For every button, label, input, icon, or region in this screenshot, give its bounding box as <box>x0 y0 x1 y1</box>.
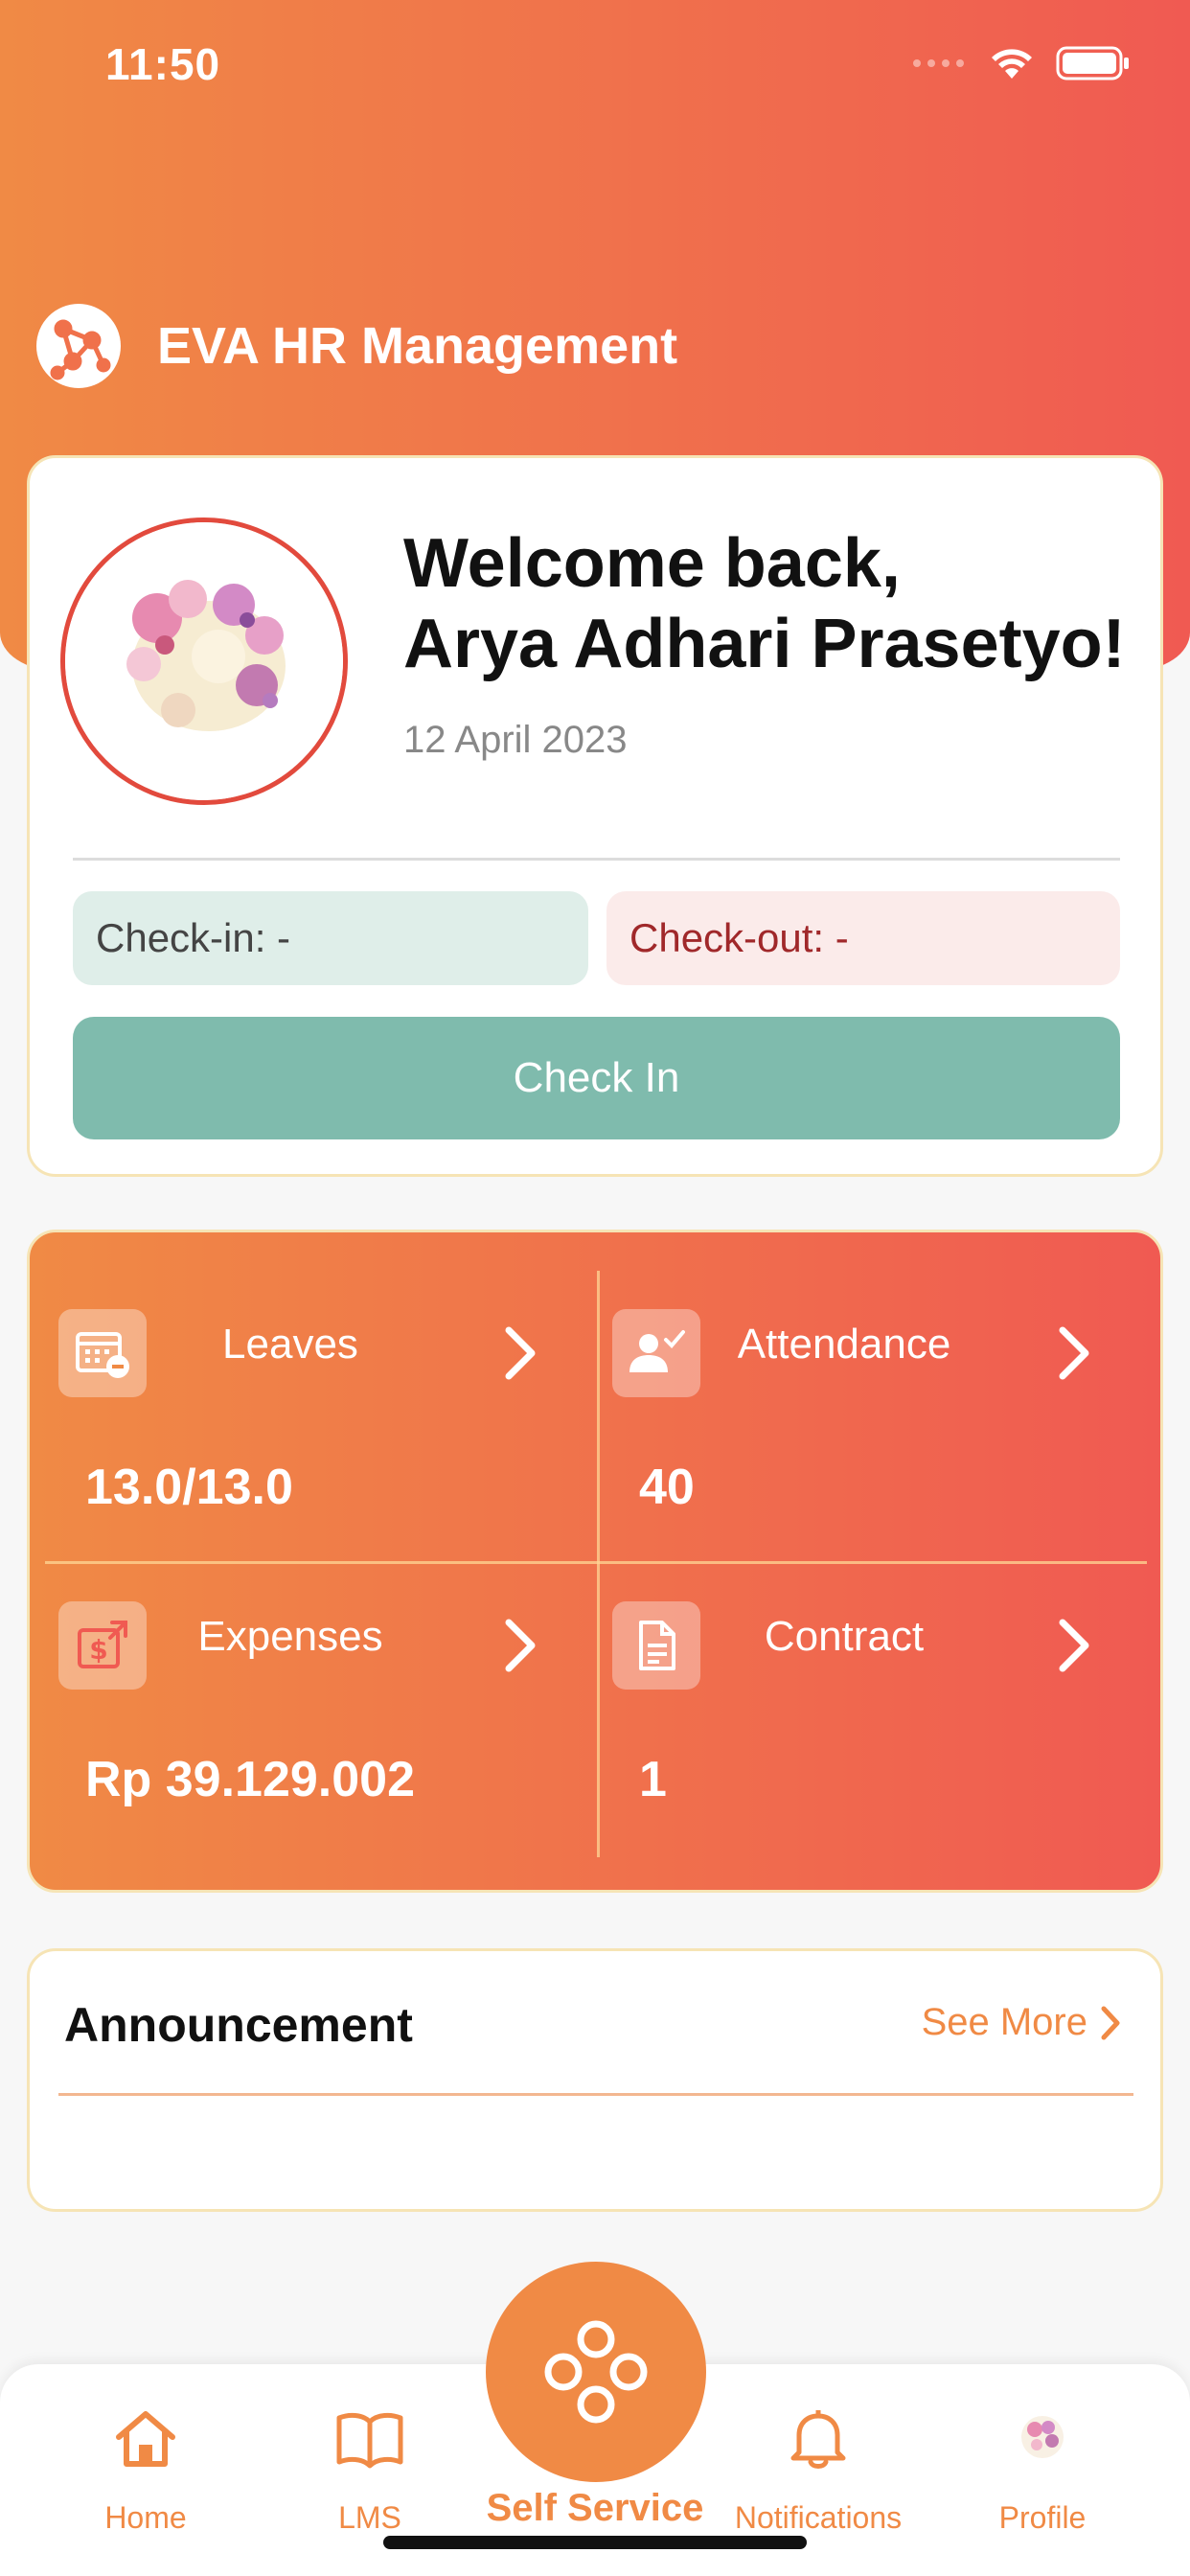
announcement-title: Announcement <box>64 1998 413 2052</box>
wifi-icon <box>992 49 1032 79</box>
self-service-icon <box>544 2320 648 2424</box>
user-check-icon <box>612 1309 700 1397</box>
app-title: EVA HR Management <box>157 317 678 375</box>
welcome-heading: Welcome back, Arya Adhari Prasetyo! <box>403 523 1160 684</box>
checkout-status: Check-out: - <box>606 891 1120 985</box>
current-date: 12 April 2023 <box>403 719 628 761</box>
tab-label: Profile <box>998 2500 1087 2535</box>
chevron-right-icon <box>505 1326 536 1380</box>
calendar-minus-icon <box>58 1309 147 1397</box>
tab-label: Home <box>104 2500 187 2535</box>
tab-home[interactable]: Home <box>31 2364 261 2576</box>
document-icon <box>612 1601 700 1690</box>
stat-attendance[interactable]: Attendance 40 <box>584 1232 1120 1520</box>
stat-value: 13.0/13.0 <box>85 1460 293 1515</box>
stat-label: Contract <box>764 1613 925 1660</box>
stat-value: 40 <box>639 1460 695 1515</box>
stat-label: Expenses <box>197 1613 383 1660</box>
stats-card: Leaves 13.0/13.0 Attendance 40 $ Expense… <box>27 1230 1163 1893</box>
stat-label: Leaves <box>222 1321 358 1368</box>
chevron-right-icon <box>1059 1619 1089 1672</box>
svg-text:$: $ <box>89 1634 107 1666</box>
welcome-card: Welcome back, Arya Adhari Prasetyo! 12 A… <box>27 455 1163 1177</box>
status-bar: 11:50 <box>0 0 1190 125</box>
dollar-export-icon: $ <box>58 1601 147 1690</box>
tab-profile[interactable]: Profile <box>927 2364 1157 2576</box>
self-service-button[interactable] <box>486 2262 706 2482</box>
see-more-label: See More <box>921 2001 1087 2043</box>
stat-contract[interactable]: Contract 1 <box>584 1525 1120 1812</box>
home-indicator <box>383 2536 807 2549</box>
chevron-right-icon <box>505 1619 536 1672</box>
stat-label: Attendance <box>737 1321 951 1368</box>
tab-self-service-label[interactable]: Self Service <box>441 2487 749 2530</box>
stat-value: Rp 39.129.002 <box>85 1752 416 1807</box>
stat-leaves[interactable]: Leaves 13.0/13.0 <box>30 1232 566 1520</box>
home-icon <box>116 2411 175 2467</box>
status-icons <box>912 46 1131 80</box>
stat-expenses[interactable]: $ Expenses Rp 39.129.002 <box>30 1525 566 1812</box>
status-time: 11:50 <box>105 39 221 89</box>
checkin-status: Check-in: - <box>73 891 588 985</box>
chevron-right-icon <box>1059 1326 1089 1380</box>
check-in-button[interactable]: Check In <box>73 1017 1120 1139</box>
avatar[interactable] <box>60 518 348 805</box>
profile-avatar-icon <box>1021 2416 1064 2458</box>
battery-icon <box>1056 46 1129 80</box>
announcement-card: Announcement See More <box>27 1948 1163 2212</box>
stat-value: 1 <box>639 1752 667 1807</box>
avatar-flowers-image <box>65 522 343 800</box>
book-icon <box>336 2412 403 2469</box>
welcome-line-1: Welcome back, <box>403 525 901 602</box>
signal-icon <box>913 59 964 67</box>
chevron-right-icon <box>1101 2006 1120 2039</box>
announcement-divider <box>58 2093 1133 2096</box>
welcome-user-name: Arya Adhari Prasetyo! <box>403 606 1126 682</box>
see-more-link[interactable]: See More <box>922 2001 1122 2044</box>
bell-icon <box>790 2410 846 2469</box>
eva-logo-icon <box>36 304 121 388</box>
divider <box>73 858 1120 861</box>
app-bar: EVA HR Management <box>34 302 677 390</box>
